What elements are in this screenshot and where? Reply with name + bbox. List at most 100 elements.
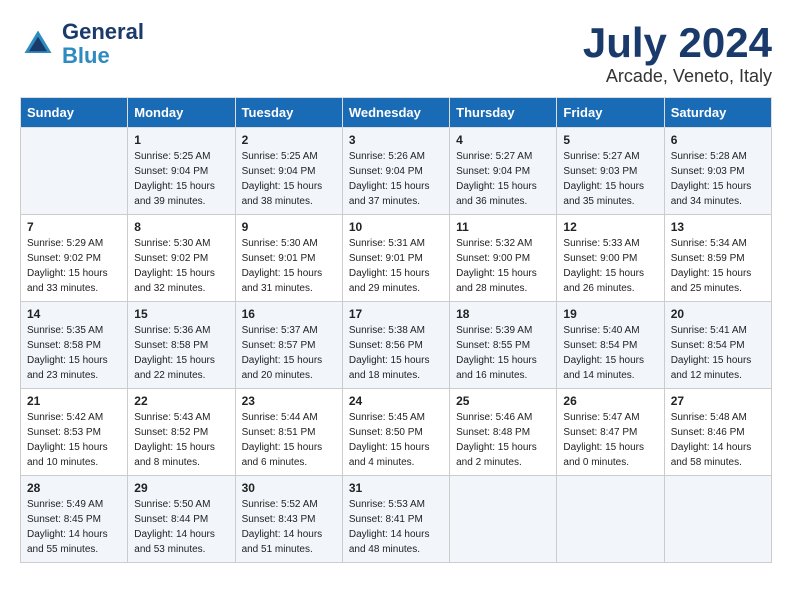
day-number: 28 <box>27 481 121 495</box>
calendar-cell: 24Sunrise: 5:45 AM Sunset: 8:50 PM Dayli… <box>342 389 449 476</box>
day-info: Sunrise: 5:29 AM Sunset: 9:02 PM Dayligh… <box>27 236 121 296</box>
calendar-cell: 22 Sunrise: 5:43 AM Sunset: 8:52 PM Dayli… <box>128 389 235 476</box>
calendar-week-3: 21Sunrise: 5:42 AM Sunset: 8:53 PM Dayli… <box>21 389 772 476</box>
header-cell-monday: Monday <box>128 98 235 128</box>
calendar-cell: 18 Sunrise: 5:39 AM Sunset: 8:55 PM Dayli… <box>450 302 557 389</box>
day-info: Sunrise: 5:42 AM Sunset: 8:53 PM Dayligh… <box>27 410 121 470</box>
day-info: Sunrise: 5:39 AM Sunset: 8:55 PM Dayligh… <box>456 323 550 383</box>
calendar-cell: 8Sunrise: 5:30 AM Sunset: 9:02 PM Daylig… <box>128 215 235 302</box>
calendar-cell: 9 Sunrise: 5:30 AM Sunset: 9:01 PM Daylig… <box>235 215 342 302</box>
day-info: Sunrise: 5:34 AM Sunset: 8:59 PM Dayligh… <box>671 236 765 296</box>
day-number: 7 <box>27 220 121 234</box>
day-number: 31 <box>349 481 443 495</box>
day-info: Sunrise: 5:28 AM Sunset: 9:03 PM Dayligh… <box>671 149 765 209</box>
calendar-title: July 2024 <box>583 20 772 66</box>
day-number: 17 <box>349 307 443 321</box>
day-number: 6 <box>671 133 765 147</box>
calendar-cell: 19 Sunrise: 5:40 AM Sunset: 8:54 PM Dayli… <box>557 302 664 389</box>
calendar-cell: 6 Sunrise: 5:28 AM Sunset: 9:03 PM Daylig… <box>664 128 771 215</box>
calendar-cell: 11 Sunrise: 5:32 AM Sunset: 9:00 PM Dayli… <box>450 215 557 302</box>
day-number: 9 <box>242 220 336 234</box>
calendar-cell <box>21 128 128 215</box>
calendar-cell <box>450 476 557 563</box>
day-info: Sunrise: 5:41 AM Sunset: 8:54 PM Dayligh… <box>671 323 765 383</box>
day-number: 10 <box>349 220 443 234</box>
calendar-cell: 16Sunrise: 5:37 AM Sunset: 8:57 PM Dayli… <box>235 302 342 389</box>
day-info: Sunrise: 5:46 AM Sunset: 8:48 PM Dayligh… <box>456 410 550 470</box>
calendar-cell: 2Sunrise: 5:25 AM Sunset: 9:04 PM Daylig… <box>235 128 342 215</box>
calendar-cell: 20 Sunrise: 5:41 AM Sunset: 8:54 PM Dayli… <box>664 302 771 389</box>
day-info: Sunrise: 5:40 AM Sunset: 8:54 PM Dayligh… <box>563 323 657 383</box>
day-number: 20 <box>671 307 765 321</box>
calendar-week-1: 7 Sunrise: 5:29 AM Sunset: 9:02 PM Daylig… <box>21 215 772 302</box>
day-info: Sunrise: 5:26 AM Sunset: 9:04 PM Dayligh… <box>349 149 443 209</box>
page-header: General Blue July 2024 Arcade, Veneto, I… <box>20 20 772 87</box>
day-number: 18 <box>456 307 550 321</box>
day-info: Sunrise: 5:31 AM Sunset: 9:01 PM Dayligh… <box>349 236 443 296</box>
calendar-cell: 3Sunrise: 5:26 AM Sunset: 9:04 PM Daylig… <box>342 128 449 215</box>
calendar-cell: 7 Sunrise: 5:29 AM Sunset: 9:02 PM Daylig… <box>21 215 128 302</box>
day-number: 11 <box>456 220 550 234</box>
calendar-cell: 28 Sunrise: 5:49 AM Sunset: 8:45 PM Dayli… <box>21 476 128 563</box>
day-info: Sunrise: 5:43 AM Sunset: 8:52 PM Dayligh… <box>134 410 228 470</box>
header-cell-friday: Friday <box>557 98 664 128</box>
calendar-week-4: 28 Sunrise: 5:49 AM Sunset: 8:45 PM Dayli… <box>21 476 772 563</box>
calendar-cell: 31 Sunrise: 5:53 AM Sunset: 8:41 PM Dayli… <box>342 476 449 563</box>
day-info: Sunrise: 5:47 AM Sunset: 8:47 PM Dayligh… <box>563 410 657 470</box>
calendar-cell: 21Sunrise: 5:42 AM Sunset: 8:53 PM Dayli… <box>21 389 128 476</box>
logo: General Blue <box>20 20 144 68</box>
day-info: Sunrise: 5:53 AM Sunset: 8:41 PM Dayligh… <box>349 497 443 557</box>
day-number: 12 <box>563 220 657 234</box>
calendar-cell: 5 Sunrise: 5:27 AM Sunset: 9:03 PM Daylig… <box>557 128 664 215</box>
day-number: 22 <box>134 394 228 408</box>
calendar-cell <box>557 476 664 563</box>
day-info: Sunrise: 5:38 AM Sunset: 8:56 PM Dayligh… <box>349 323 443 383</box>
logo-text: General Blue <box>62 20 144 68</box>
day-number: 25 <box>456 394 550 408</box>
title-block: July 2024 Arcade, Veneto, Italy <box>583 20 772 87</box>
day-info: Sunrise: 5:36 AM Sunset: 8:58 PM Dayligh… <box>134 323 228 383</box>
day-number: 29 <box>134 481 228 495</box>
calendar-cell: 30Sunrise: 5:52 AM Sunset: 8:43 PM Dayli… <box>235 476 342 563</box>
header-cell-sunday: Sunday <box>21 98 128 128</box>
calendar-cell: 27Sunrise: 5:48 AM Sunset: 8:46 PM Dayli… <box>664 389 771 476</box>
header-cell-tuesday: Tuesday <box>235 98 342 128</box>
day-number: 5 <box>563 133 657 147</box>
calendar-cell: 29 Sunrise: 5:50 AM Sunset: 8:44 PM Dayli… <box>128 476 235 563</box>
day-info: Sunrise: 5:27 AM Sunset: 9:03 PM Dayligh… <box>563 149 657 209</box>
day-info: Sunrise: 5:33 AM Sunset: 9:00 PM Dayligh… <box>563 236 657 296</box>
day-info: Sunrise: 5:35 AM Sunset: 8:58 PM Dayligh… <box>27 323 121 383</box>
day-number: 19 <box>563 307 657 321</box>
calendar-cell: 1Sunrise: 5:25 AM Sunset: 9:04 PM Daylig… <box>128 128 235 215</box>
day-info: Sunrise: 5:30 AM Sunset: 9:01 PM Dayligh… <box>242 236 336 296</box>
calendar-table: SundayMondayTuesdayWednesdayThursdayFrid… <box>20 97 772 563</box>
day-info: Sunrise: 5:50 AM Sunset: 8:44 PM Dayligh… <box>134 497 228 557</box>
calendar-subtitle: Arcade, Veneto, Italy <box>583 66 772 87</box>
day-info: Sunrise: 5:49 AM Sunset: 8:45 PM Dayligh… <box>27 497 121 557</box>
calendar-week-2: 14 Sunrise: 5:35 AM Sunset: 8:58 PM Dayli… <box>21 302 772 389</box>
calendar-cell: 13 Sunrise: 5:34 AM Sunset: 8:59 PM Dayli… <box>664 215 771 302</box>
day-number: 23 <box>242 394 336 408</box>
calendar-cell <box>664 476 771 563</box>
calendar-body: 1Sunrise: 5:25 AM Sunset: 9:04 PM Daylig… <box>21 128 772 563</box>
day-number: 2 <box>242 133 336 147</box>
day-number: 13 <box>671 220 765 234</box>
day-number: 16 <box>242 307 336 321</box>
day-number: 14 <box>27 307 121 321</box>
calendar-week-0: 1Sunrise: 5:25 AM Sunset: 9:04 PM Daylig… <box>21 128 772 215</box>
day-info: Sunrise: 5:30 AM Sunset: 9:02 PM Dayligh… <box>134 236 228 296</box>
logo-icon <box>20 26 56 62</box>
calendar-cell: 23 Sunrise: 5:44 AM Sunset: 8:51 PM Dayli… <box>235 389 342 476</box>
calendar-cell: 4Sunrise: 5:27 AM Sunset: 9:04 PM Daylig… <box>450 128 557 215</box>
calendar-cell: 10 Sunrise: 5:31 AM Sunset: 9:01 PM Dayli… <box>342 215 449 302</box>
day-number: 1 <box>134 133 228 147</box>
day-number: 4 <box>456 133 550 147</box>
calendar-cell: 25 Sunrise: 5:46 AM Sunset: 8:48 PM Dayli… <box>450 389 557 476</box>
calendar-cell: 15Sunrise: 5:36 AM Sunset: 8:58 PM Dayli… <box>128 302 235 389</box>
day-number: 24 <box>349 394 443 408</box>
day-info: Sunrise: 5:32 AM Sunset: 9:00 PM Dayligh… <box>456 236 550 296</box>
day-info: Sunrise: 5:44 AM Sunset: 8:51 PM Dayligh… <box>242 410 336 470</box>
calendar-cell: 26Sunrise: 5:47 AM Sunset: 8:47 PM Dayli… <box>557 389 664 476</box>
day-number: 30 <box>242 481 336 495</box>
calendar-cell: 12 Sunrise: 5:33 AM Sunset: 9:00 PM Dayli… <box>557 215 664 302</box>
